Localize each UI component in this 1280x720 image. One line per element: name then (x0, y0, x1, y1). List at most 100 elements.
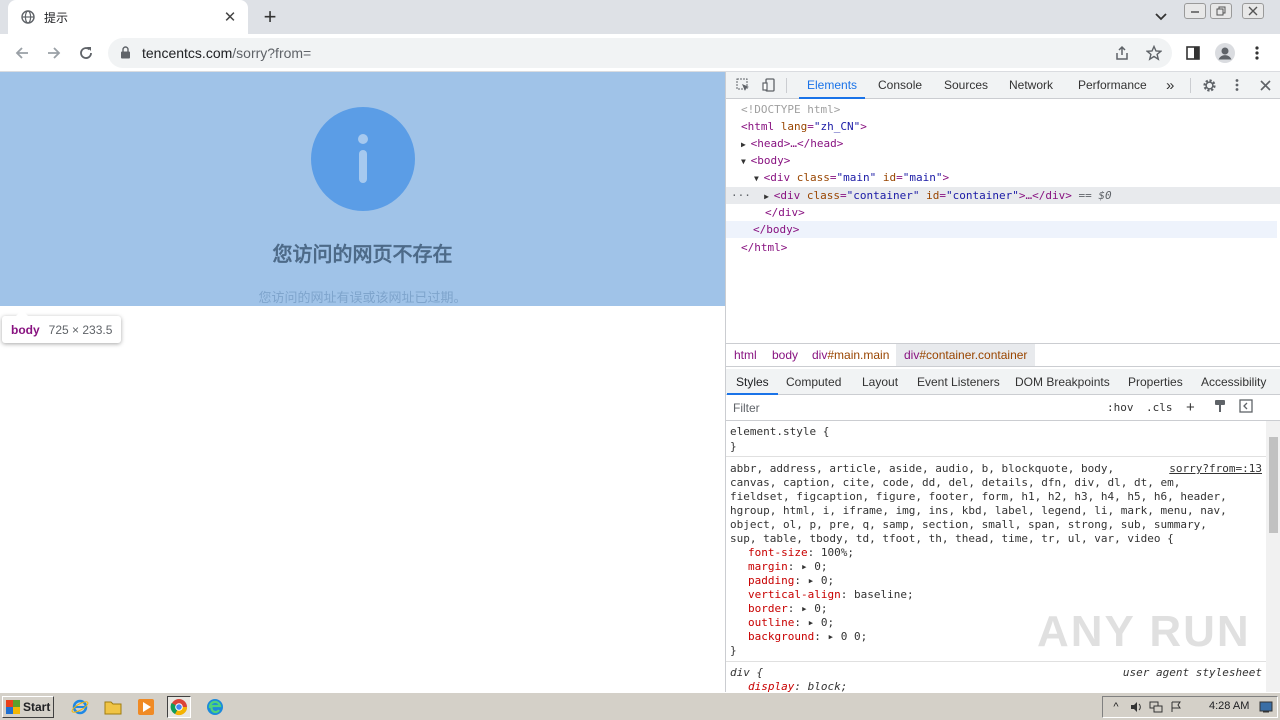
dom-head-node[interactable]: ▶ <head>…</head> (726, 135, 1280, 152)
file-explorer-icon[interactable] (101, 696, 125, 718)
dom-body-close[interactable]: </body> (726, 221, 1277, 238)
forward-icon[interactable] (42, 41, 66, 65)
collapse-triangle-icon[interactable]: ▼ (741, 157, 751, 166)
breadcrumb-body[interactable]: body (764, 344, 806, 366)
prop-outline[interactable]: outline: ▸ 0; (748, 616, 834, 630)
address-bar[interactable]: tencentcs.com/sorry?from= (108, 38, 1172, 68)
rule-source-link[interactable]: sorry?from=:13 (1169, 462, 1262, 476)
reload-icon[interactable] (74, 41, 98, 65)
collapse-triangle-icon[interactable]: ▼ (754, 174, 764, 183)
tab-network[interactable]: Network (1009, 72, 1053, 99)
new-tab-button[interactable]: + (258, 4, 282, 29)
back-icon[interactable] (10, 41, 34, 65)
restore-button[interactable] (1210, 3, 1232, 19)
node-actions-ellipsis-icon[interactable]: ··· (731, 189, 764, 202)
styles-filter-input[interactable] (730, 398, 1098, 418)
tab-elements[interactable]: Elements (798, 72, 866, 99)
breadcrumb: html body div#main.main div#container.co… (726, 343, 1280, 367)
inspect-element-icon[interactable] (734, 76, 752, 94)
div-tag: <div (773, 189, 807, 202)
subtab-dom-breakpoints[interactable]: DOM Breakpoints (1015, 369, 1110, 395)
media-player-icon[interactable] (134, 696, 158, 718)
close-devtools-icon[interactable] (1256, 76, 1274, 94)
show-desktop-icon[interactable] (1259, 700, 1273, 714)
styles-scrollbar[interactable] (1266, 421, 1280, 692)
rule-div-ua[interactable]: div { user agent stylesheet display: blo… (726, 663, 1266, 692)
prop-value: : ▸ 0; (787, 602, 828, 615)
more-tabs-icon[interactable]: » (1166, 72, 1174, 99)
crumb-tag: html (734, 348, 757, 362)
selector-line: sup, table, tbody, td, tfoot, th, thead,… (730, 532, 1174, 545)
prop-background[interactable]: background: ▸ 0 0; (748, 630, 867, 644)
bookmark-star-icon[interactable] (1144, 43, 1164, 63)
tooltip-tag: body (11, 322, 40, 337)
new-rule-plus-icon[interactable]: + (1186, 399, 1195, 417)
tab-search-chevron-icon[interactable] (1150, 6, 1172, 28)
attr-value: "container" (846, 189, 920, 202)
subtab-event-listeners[interactable]: Event Listeners (917, 369, 1000, 395)
subtab-computed[interactable]: Computed (786, 369, 841, 395)
breadcrumb-div-main[interactable]: div#main.main (804, 344, 897, 366)
dom-div-main-node[interactable]: ▼ <div class="main" id="main"> (726, 169, 1280, 186)
action-center-flag-icon[interactable] (1169, 700, 1183, 714)
profile-avatar-icon[interactable] (1213, 41, 1237, 65)
prop-font-size[interactable]: font-size: 100%; (748, 546, 854, 560)
subtab-properties[interactable]: Properties (1128, 369, 1183, 395)
volume-icon[interactable] (1129, 700, 1143, 714)
expand-triangle-icon[interactable]: ▶ (741, 140, 751, 149)
rule-element-style[interactable]: element.style { } (726, 421, 1266, 457)
dom-html-close[interactable]: </html> (726, 239, 1280, 256)
scrollbar-thumb[interactable] (1269, 437, 1278, 533)
paint-brush-icon[interactable] (1213, 399, 1227, 417)
share-icon[interactable] (1112, 43, 1132, 63)
clock[interactable]: 4:28 AM (1209, 700, 1249, 712)
prop-display[interactable]: display: block; (748, 680, 847, 692)
prop-margin[interactable]: margin: ▸ 0; (748, 560, 828, 574)
minimize-button[interactable] (1184, 3, 1206, 19)
dom-div-container-node[interactable]: ··· ▶ <div class="container" id="contain… (726, 187, 1280, 204)
lock-icon[interactable] (120, 46, 131, 62)
breadcrumb-html[interactable]: html (726, 344, 765, 366)
prop-value: : 100%; (807, 546, 854, 559)
hov-toggle[interactable]: :hov (1107, 399, 1134, 417)
internet-explorer-icon[interactable] (68, 696, 92, 718)
prop-border[interactable]: border: ▸ 0; (748, 602, 828, 616)
expand-triangle-icon[interactable]: ▶ (764, 192, 774, 201)
eq-sign: = (840, 189, 847, 202)
close-window-button[interactable] (1242, 3, 1264, 19)
browser-tab[interactable]: 提示 ✕ (8, 0, 248, 34)
prop-value: : ▸ 0; (787, 560, 828, 573)
dom-body-node[interactable]: ▼ <body> (726, 152, 1280, 169)
breadcrumb-div-container[interactable]: div#container.container (896, 344, 1036, 366)
toggle-sidebar-icon[interactable] (1239, 399, 1253, 417)
tab-sources[interactable]: Sources (944, 72, 988, 99)
dom-div-close[interactable]: </div> (726, 204, 1280, 221)
network-icon[interactable] (1149, 700, 1163, 714)
attr-name: id (926, 189, 940, 202)
devtools-tabbar: Elements Console Sources Network Perform… (726, 72, 1280, 99)
prop-name: border (748, 602, 788, 615)
tab-close-icon[interactable]: ✕ (222, 9, 238, 26)
settings-gear-icon[interactable] (1200, 76, 1218, 94)
devtools-menu-icon[interactable] (1228, 76, 1246, 94)
subtab-layout[interactable]: Layout (862, 369, 898, 395)
side-panel-icon[interactable] (1181, 41, 1205, 65)
prop-padding[interactable]: padding: ▸ 0; (748, 574, 834, 588)
tab-performance[interactable]: Performance (1078, 72, 1147, 99)
device-toolbar-icon[interactable] (760, 76, 778, 94)
tab-console[interactable]: Console (878, 72, 922, 99)
edge-icon[interactable] (203, 696, 227, 718)
subtab-styles[interactable]: Styles (727, 369, 778, 395)
crumb-tag: div (904, 348, 920, 362)
show-hidden-icons-chevron-icon[interactable]: ^ (1109, 700, 1123, 714)
error-subtitle: 您访问的网址有误或该网址已过期。 (258, 291, 467, 306)
start-button[interactable]: Start (2, 696, 54, 718)
dom-doctype[interactable]: <!DOCTYPE html> (726, 101, 1280, 118)
subtab-accessibility[interactable]: Accessibility (1201, 369, 1266, 395)
kebab-menu-icon[interactable] (1245, 41, 1269, 65)
cls-toggle[interactable]: .cls (1146, 399, 1173, 417)
prop-name: background (748, 630, 815, 643)
dom-html-node[interactable]: <html lang="zh_CN"> (726, 118, 1280, 135)
chrome-icon[interactable] (167, 696, 191, 718)
prop-vertical-align[interactable]: vertical-align: baseline; (748, 588, 914, 602)
